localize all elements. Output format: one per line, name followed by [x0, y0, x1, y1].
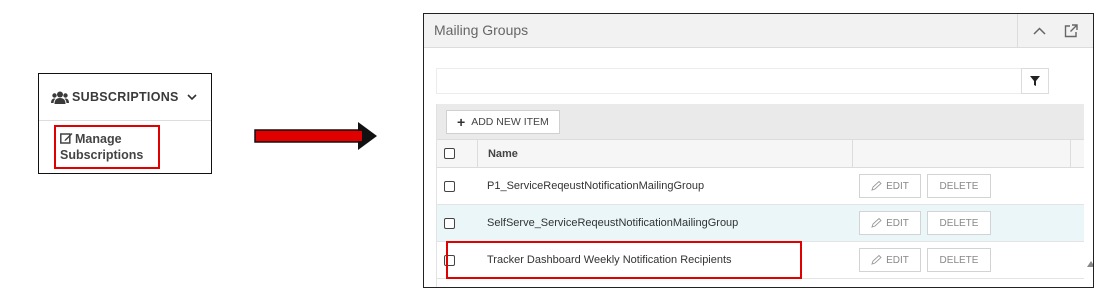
popout-icon[interactable]: [1061, 21, 1081, 41]
edit-button-label: EDIT: [886, 254, 909, 266]
search-input[interactable]: [436, 68, 1024, 94]
subscriptions-title: SUBSCRIPTIONS: [72, 90, 179, 104]
users-icon: [51, 90, 69, 104]
row-checkbox[interactable]: [444, 180, 455, 192]
chevron-down-icon[interactable]: [187, 93, 197, 101]
page-title: Mailing Groups: [434, 22, 529, 38]
arrow-right-icon: [254, 122, 377, 150]
titlebar-actions: [1017, 14, 1093, 48]
subscriptions-header[interactable]: SUBSCRIPTIONS: [39, 74, 211, 121]
row-checkbox[interactable]: [444, 217, 455, 229]
row-name: P1_ServiceReqeustNotificationMailingGrou…: [487, 180, 705, 192]
scroll-up-icon[interactable]: [1086, 259, 1093, 269]
plus-icon: +: [457, 114, 466, 130]
filter-icon: [1030, 76, 1040, 86]
delete-button[interactable]: DELETE: [927, 248, 991, 272]
tracker-row-highlight: [446, 241, 802, 279]
edit-button-label: EDIT: [886, 180, 909, 192]
pencil-icon: [871, 181, 882, 191]
delete-button[interactable]: DELETE: [927, 211, 991, 235]
table-row: P1_ServiceReqeustNotificationMailingGrou…: [437, 168, 1084, 205]
grid-header: Name: [437, 140, 1084, 168]
manage-subscriptions-highlight: [54, 125, 160, 169]
delete-button[interactable]: DELETE: [927, 174, 991, 198]
add-new-item-button[interactable]: + ADD NEW ITEM: [446, 110, 560, 134]
column-header-name[interactable]: Name: [476, 140, 852, 167]
add-new-item-label: ADD NEW ITEM: [471, 116, 549, 128]
column-header-actions: [852, 140, 1070, 167]
mailing-groups-titlebar: Mailing Groups: [424, 14, 1093, 48]
table-row: SelfServe_ServiceReqeustNotificationMail…: [437, 205, 1084, 242]
chevron-up-icon[interactable]: [1030, 21, 1050, 41]
filter-button[interactable]: [1021, 68, 1049, 94]
pencil-icon: [871, 218, 882, 228]
row-name: SelfServe_ServiceReqeustNotificationMail…: [487, 217, 739, 229]
select-all-checkbox[interactable]: [444, 148, 455, 159]
screenshot-canvas: SUBSCRIPTIONS Manage Subscriptions Maili…: [0, 0, 1104, 303]
scrollbar-header: [1070, 140, 1084, 167]
pencil-icon: [871, 255, 882, 265]
edit-button-label: EDIT: [886, 217, 909, 229]
edit-button[interactable]: EDIT: [859, 248, 921, 272]
edit-button[interactable]: EDIT: [859, 211, 921, 235]
edit-button[interactable]: EDIT: [859, 174, 921, 198]
grid-toolbar: + ADD NEW ITEM: [437, 104, 1084, 140]
